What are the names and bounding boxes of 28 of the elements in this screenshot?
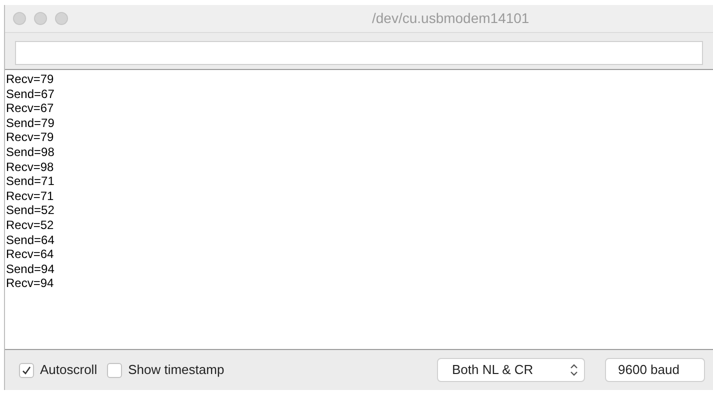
output-line: Send=71 [6,174,54,189]
input-field[interactable] [15,41,703,65]
line-ending-dropdown[interactable]: Both NL & CR [437,358,585,382]
output-line: Recv=52 [6,218,54,233]
output-line: Recv=79 [6,72,54,87]
output-line: Recv=98 [6,160,54,174]
window-control-icon[interactable] [34,12,47,25]
output-line: Send=52 [6,203,54,218]
updown-caret-icon [570,364,578,376]
output-line: Send=94 [6,262,54,276]
window-control-icon[interactable] [55,12,68,25]
output-line: Recv=71 [6,188,54,204]
checkbox-label: Show timestamp [128,361,224,380]
window-control-icon[interactable] [13,12,26,25]
checkbox-label: Autoscroll [40,361,98,380]
checkmark-icon [22,366,31,374]
output-line: Send=67 [6,86,54,102]
checkbox[interactable] [19,362,34,378]
output-line: Recv=67 [6,101,54,116]
checkbox[interactable] [107,362,122,378]
output-line: Recv=94 [6,276,54,291]
window-title: /dev/cu.usbmodem14101 [372,9,530,28]
output-line: Send=64 [6,232,54,248]
output-line: Send=79 [6,116,54,130]
output-line: Recv=79 [6,130,54,145]
baud-rate-dropdown[interactable]: 9600 baud [605,358,705,382]
output-line: Recv=64 [6,247,54,262]
output-line: Send=98 [6,144,54,160]
